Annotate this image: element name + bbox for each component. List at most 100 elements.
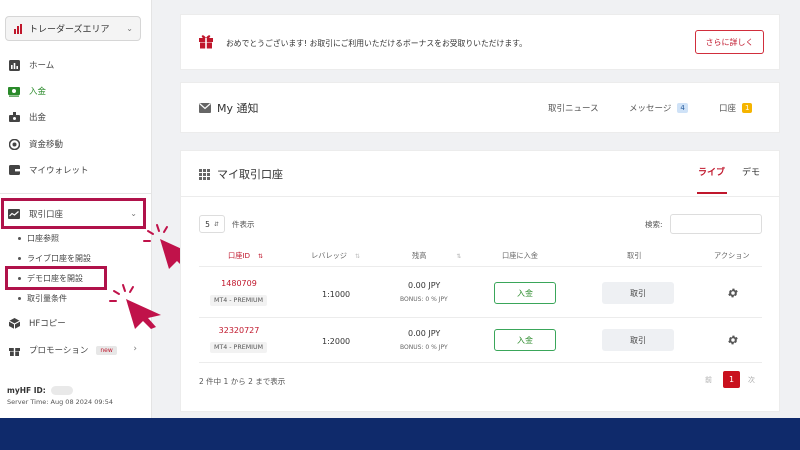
gear-icon[interactable] <box>727 287 739 299</box>
account-type-badge: MT4 - PREMIUM <box>210 342 268 353</box>
sidebar-divider <box>0 193 151 194</box>
header-label: 残高 <box>412 251 427 260</box>
gear-icon[interactable] <box>727 334 739 346</box>
tab-label: メッセージ <box>629 104 672 114</box>
accounts-card <box>180 150 780 412</box>
row-divider <box>199 317 762 318</box>
balance-value: 0.00 JPY <box>408 329 441 338</box>
account-type-badge: MT4 - PREMIUM <box>210 295 268 306</box>
account-id-link[interactable]: 32320727 <box>209 326 269 335</box>
column-header-trade: 取引 <box>627 251 642 260</box>
sort-icon: ⇅ <box>354 253 360 260</box>
sidebar-item-home[interactable]: ホーム <box>8 57 54 73</box>
subitem-label: 口座参照 <box>27 234 59 243</box>
bar-chart-icon <box>14 23 23 34</box>
gift-icon <box>8 344 20 356</box>
sidebar-item-withdraw[interactable]: 出金 <box>8 109 46 125</box>
tab-demo[interactable]: デモ <box>742 165 760 178</box>
tab-trading-news[interactable]: 取引ニュース <box>548 102 599 114</box>
tab-accounts[interactable]: 口座 1 <box>719 102 753 114</box>
header-label: レバレッジ <box>311 251 347 260</box>
chevron-right-icon: › <box>133 344 137 354</box>
bonus-value: BONUS: 0 % JPY <box>400 344 448 351</box>
sidebar-item-wallet[interactable]: マイウォレット <box>8 162 89 178</box>
page-size-select[interactable]: 5 ⇵ <box>199 215 225 233</box>
subitem-label: 取引量条件 <box>27 294 67 303</box>
column-header-action: アクション <box>714 251 750 260</box>
tab-label: 取引ニュース <box>548 104 599 114</box>
column-header-balance[interactable]: 残高 ⇅ <box>412 251 461 261</box>
bullet-icon <box>18 237 21 240</box>
account-id-link[interactable]: 1480709 <box>209 279 269 288</box>
sidebar-subitem-view-accounts[interactable]: 口座参照 <box>18 233 59 244</box>
traders-area-select[interactable]: トレーダーズエリア ⌄ <box>5 16 141 41</box>
page-size-label: 件表示 <box>232 220 255 229</box>
account-count-badge: 1 <box>742 103 753 113</box>
sort-icon: ⇅ <box>456 253 462 260</box>
server-time: Server Time: Aug 08 2024 09:54 <box>7 398 113 406</box>
bullet-icon <box>18 297 21 300</box>
search-input[interactable] <box>670 214 762 234</box>
learn-more-button[interactable]: さらに詳しく <box>695 30 764 54</box>
tab-messages[interactable]: メッセージ 4 <box>629 102 688 114</box>
leverage-value: 1:1000 <box>322 290 351 299</box>
sidebar-item-label: ホーム <box>29 61 55 71</box>
transfer-icon <box>8 138 20 150</box>
gift-icon <box>199 35 213 49</box>
pager-prev[interactable]: 前 <box>705 375 712 385</box>
sidebar-item-promotion[interactable]: プロモーション new <box>8 342 117 358</box>
pager-current-page[interactable]: 1 <box>723 371 740 388</box>
withdraw-icon <box>8 111 20 123</box>
mail-icon <box>199 103 211 113</box>
message-count-badge: 4 <box>677 103 688 113</box>
sidebar-subitem-volume[interactable]: 取引量条件 <box>18 293 67 304</box>
pointer-cursor-icon <box>109 284 161 329</box>
bullet-icon <box>18 257 21 260</box>
footer-bar <box>0 418 800 450</box>
table-header-divider <box>199 266 762 267</box>
accounts-highlight-box <box>1 198 146 229</box>
area-select-label: トレーダーズエリア <box>29 25 110 35</box>
notifications-title: My 通知 <box>199 100 259 116</box>
search-label: 検索: <box>645 220 663 229</box>
pager-next[interactable]: 次 <box>748 375 755 385</box>
sidebar-item-label: 入金 <box>29 87 47 97</box>
accounts-title: マイ取引口座 <box>199 166 283 182</box>
grid-icon <box>199 168 210 180</box>
deposit-icon <box>8 85 20 97</box>
sidebar-item-hf-copy[interactable]: HFコピー <box>8 315 66 331</box>
trade-button[interactable]: 取引 <box>602 282 674 304</box>
myhf-id: myHF ID: <box>7 386 73 395</box>
sidebar-item-transfer[interactable]: 資金移動 <box>8 136 63 152</box>
chart-icon <box>8 59 20 71</box>
subitem-label: ライブ口座を開設 <box>27 254 91 263</box>
trade-button[interactable]: 取引 <box>602 329 674 351</box>
sort-arrows-icon: ⇵ <box>213 220 219 228</box>
balance-value: 0.00 JPY <box>408 281 441 290</box>
myhf-label: myHF ID: <box>7 386 46 395</box>
sidebar-subitem-open-live[interactable]: ライブ口座を開設 <box>18 253 91 264</box>
myhf-id-value <box>50 386 73 395</box>
sidebar-item-deposit[interactable]: 入金 <box>8 83 46 99</box>
sidebar-item-label: HFコピー <box>29 319 66 329</box>
sort-icon: ⇅ <box>258 253 264 260</box>
tab-label: 口座 <box>719 104 737 114</box>
tab-live-indicator <box>697 192 727 194</box>
page-size-value: 5 <box>205 219 210 229</box>
column-header-leverage[interactable]: レバレッジ ⇅ <box>311 251 360 261</box>
sidebar-item-label: 出金 <box>29 113 47 123</box>
deposit-button[interactable]: 入金 <box>494 282 556 304</box>
accounts-title-text: マイ取引口座 <box>217 168 283 181</box>
deposit-button[interactable]: 入金 <box>494 329 556 351</box>
column-header-account-id[interactable]: 口座ID ⇅ <box>228 251 263 261</box>
table-info: 2 件中 1 から 2 まで表示 <box>199 377 286 386</box>
demo-highlight-box <box>5 266 107 290</box>
header-label: 口座ID <box>228 251 251 260</box>
card-divider <box>181 196 779 197</box>
sidebar-item-label: 資金移動 <box>29 140 64 150</box>
wallet-icon <box>8 164 20 176</box>
tab-live[interactable]: ライブ <box>698 165 725 178</box>
bonus-message: おめでとうございます! お取引にご利用いただけるボーナスをお受取りいただけます。 <box>226 39 527 48</box>
new-badge: new <box>96 345 117 355</box>
bonus-value: BONUS: 0 % JPY <box>400 296 448 303</box>
